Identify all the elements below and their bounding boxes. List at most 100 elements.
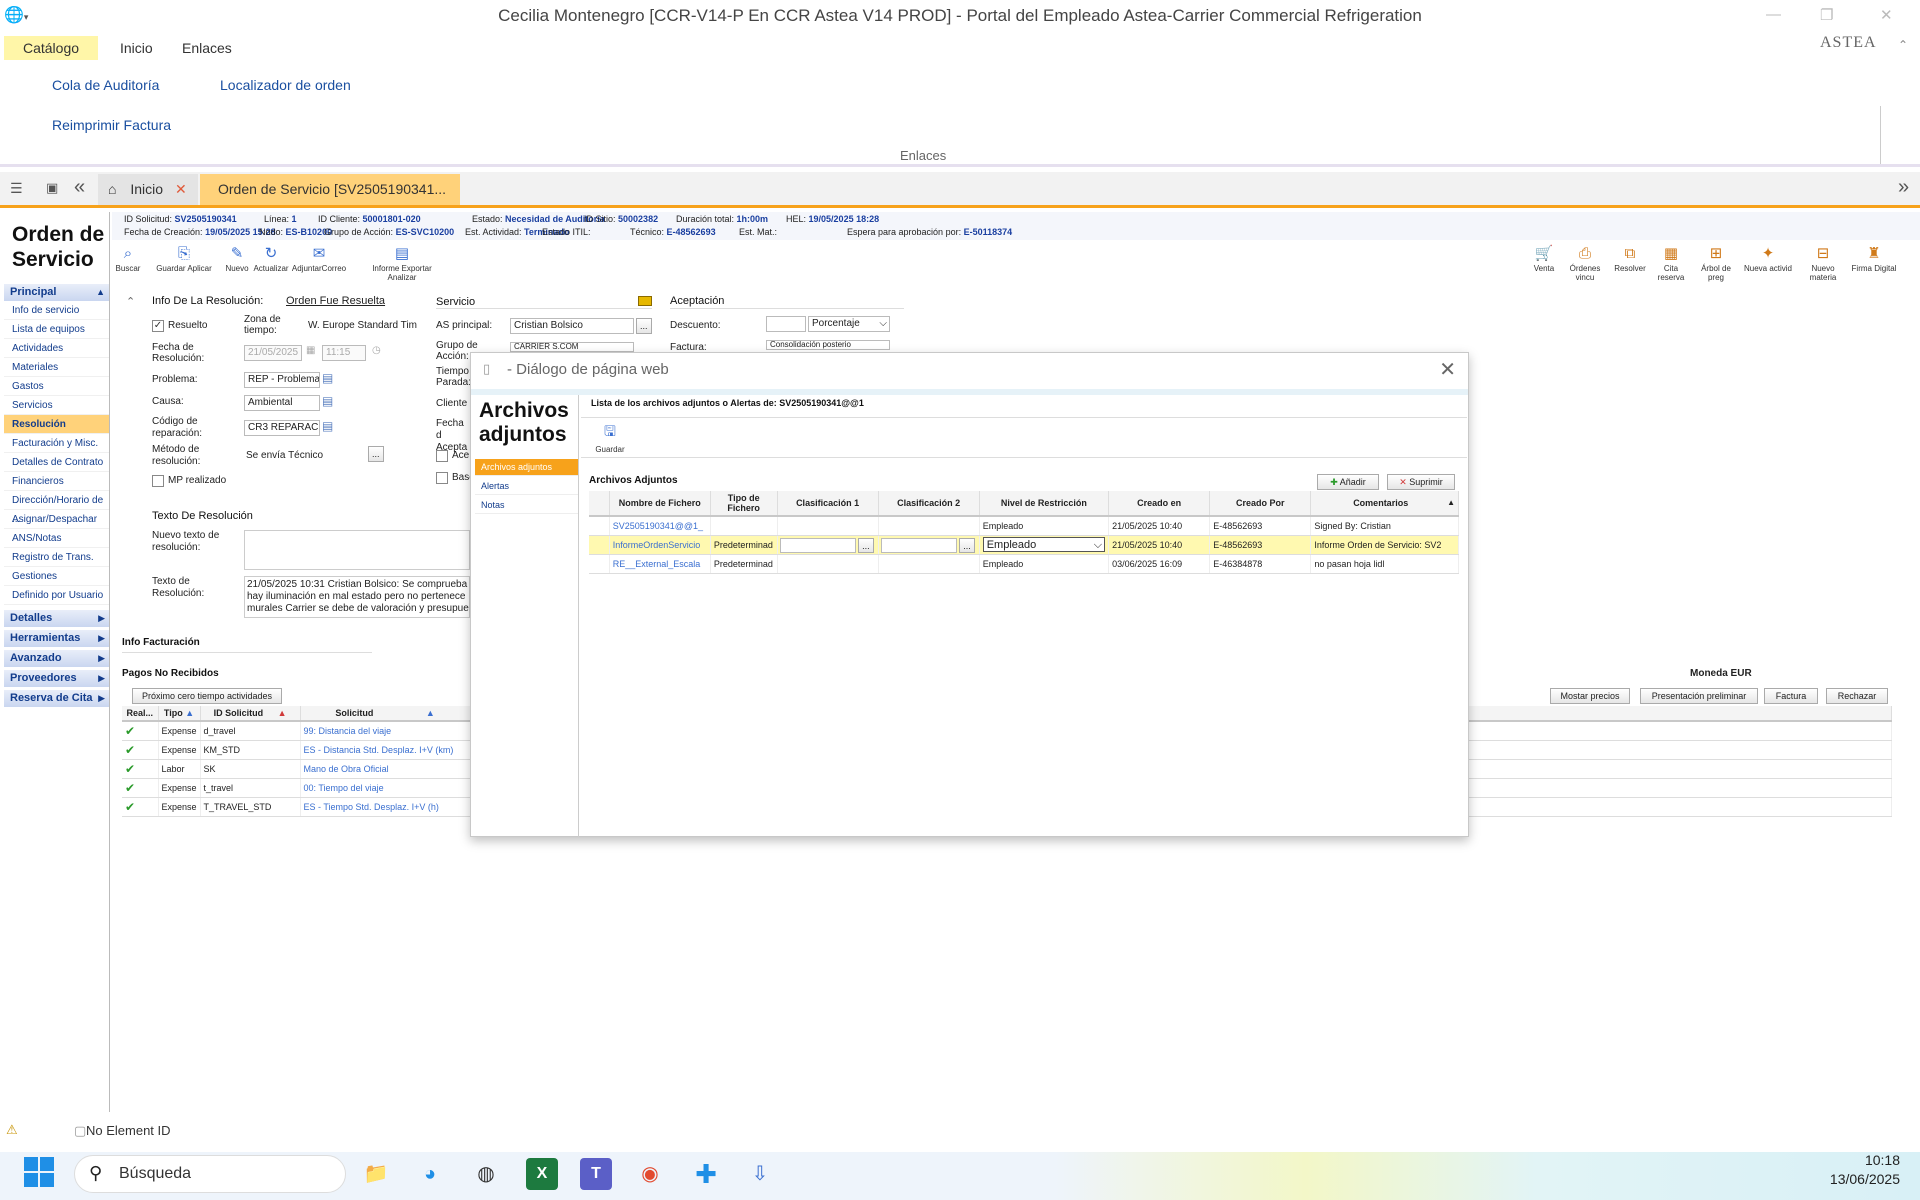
list-icon[interactable]: ☰ [10, 180, 23, 197]
add-app-icon[interactable]: ✚ [690, 1158, 722, 1190]
link-reimprimir-factura[interactable]: Reimprimir Factura [52, 117, 171, 133]
sidebar-item-2[interactable]: Actividades [4, 339, 109, 358]
col-clasificacion2[interactable]: Clasificación 2 [878, 491, 980, 517]
sidebar-item-3[interactable]: Materiales [4, 358, 109, 377]
select-cell[interactable] [589, 554, 610, 574]
restriction-select[interactable]: Empleado ⌵ [982, 537, 1106, 552]
edge-icon[interactable]: ◕ [414, 1158, 446, 1190]
file-name-cell[interactable]: SV2505190341@@1_ [609, 516, 711, 536]
col-id-solicitud[interactable]: ID Solicitud ▲ [200, 706, 301, 722]
dialog-close-icon[interactable]: ✕ [1439, 357, 1456, 382]
fecha-resolucion-field[interactable]: 21/05/2025 [244, 345, 302, 361]
col-nivel-restriccion[interactable]: Nivel de Restricción [979, 491, 1110, 517]
link-cola-auditoria[interactable]: Cola de Auditoría [52, 77, 159, 93]
link-localizador-orden[interactable]: Localizador de orden [220, 77, 351, 93]
metodo-lookup-button[interactable]: ... [368, 446, 384, 462]
solicitud-cell[interactable]: 99: Distancia del viaje [300, 721, 471, 741]
problema-field[interactable]: REP - Problema [244, 372, 320, 388]
clasificacion2-cell[interactable] [878, 554, 980, 574]
dialog-nav-notas[interactable]: Notas [475, 497, 578, 514]
toolbar-right-3[interactable]: ▦ Cita reserva [1650, 244, 1692, 282]
sidebar-item-1[interactable]: Lista de equipos [4, 320, 109, 339]
clasificacion2-cell[interactable]: ... [878, 535, 980, 555]
solicitud-cell[interactable]: ES - Distancia Std. Desplaz. I+V (km) [300, 740, 471, 760]
toolbar-right-5[interactable]: ✦ Nueva activid [1742, 244, 1794, 273]
texto-resolucion-textarea[interactable]: 21/05/2025 10:31 Cristian Bolsico: Se co… [244, 576, 470, 618]
add-attachment-button[interactable]: ✚ Añadir [1317, 474, 1379, 490]
collapse-section-icon[interactable]: ⌃ [126, 295, 135, 308]
proximo-cero-button[interactable]: Próximo cero tiempo actividades [132, 688, 282, 704]
dialog-nav-alertas[interactable]: Alertas [475, 478, 578, 495]
sidebar-item-5[interactable]: Servicios [4, 396, 109, 415]
close-tab-icon[interactable]: ✕ [175, 181, 187, 197]
doc-tab-orden-servicio[interactable]: Orden de Servicio [SV2505190341... ✕ [200, 174, 460, 228]
toolbar-3[interactable]: ↻ Actualizar [252, 244, 290, 273]
solicitud-cell[interactable]: ES - Tiempo Std. Desplaz. I+V (h) [300, 797, 471, 817]
base-checkbox[interactable] [436, 472, 448, 484]
toolbar-right-1[interactable]: ⎙ Órdenes vincu [1560, 244, 1610, 282]
solicitud-cell[interactable]: 00: Tiempo del viaje [300, 778, 471, 798]
sidebar-item-7[interactable]: Facturación y Misc. [4, 434, 109, 453]
col-solicitud[interactable]: Solicitud ▲ [300, 706, 471, 722]
sidebar-item-9[interactable]: Financieros [4, 472, 109, 491]
nav-section-1[interactable]: Herramientas ▶ [4, 630, 109, 647]
delete-attachment-button[interactable]: ✕ Suprimir [1387, 474, 1455, 490]
col-creado-por[interactable]: Creado Por [1209, 491, 1312, 517]
toolbar-2[interactable]: ✎ Nuevo [222, 244, 252, 273]
sidebar-item-6[interactable]: Resolución [4, 415, 109, 434]
col-nombre-fichero[interactable]: Nombre de Fichero [609, 491, 711, 517]
excel-icon[interactable]: X [526, 1158, 558, 1190]
sidebar-item-10[interactable]: Dirección/Horario de ... [4, 491, 109, 525]
sidebar-item-14[interactable]: Gestiones [4, 567, 109, 586]
toolbar-right-0[interactable]: 🛒 Venta [1530, 244, 1558, 273]
collapse-left-icon[interactable]: « [74, 176, 85, 199]
astea-app-icon[interactable]: ◍ [470, 1158, 502, 1190]
ribbon-tab-inicio[interactable]: Inicio [108, 36, 165, 60]
resuelto-checkbox[interactable]: ✓ [152, 320, 164, 332]
col-comentarios[interactable]: Comentarios ▲ [1310, 491, 1459, 517]
col-creado-en[interactable]: Creado en [1108, 491, 1211, 517]
nav-section-4[interactable]: Reserva de Cita ▶ [4, 690, 109, 707]
sidebar-item-12[interactable]: ANS/Notas [4, 529, 109, 548]
mp-realizado-checkbox[interactable] [152, 475, 164, 487]
as-lookup-button[interactable]: ... [636, 318, 652, 334]
presentacion-preliminar-button[interactable]: Presentación preliminar [1640, 688, 1758, 704]
download-app-icon[interactable]: ⇩ [744, 1158, 776, 1190]
start-icon[interactable] [24, 1157, 54, 1187]
nav-section-3[interactable]: Proveedores ▶ [4, 670, 109, 687]
clasificacion1-cell[interactable] [777, 554, 879, 574]
file-explorer-icon[interactable]: 📁 [360, 1158, 392, 1190]
descuento-select[interactable]: Porcentaje ⌵ [808, 316, 890, 332]
expand-right-icon[interactable]: » [1898, 176, 1909, 199]
table-row[interactable]: InformeOrdenServicio Predeterminad...... E… [589, 535, 1459, 555]
lookup-icon[interactable]: ▤ [322, 419, 333, 433]
ribbon-tab-enlaces[interactable]: Enlaces [170, 36, 244, 60]
orden-fue-resuelta-link[interactable]: Orden Fue Resuelta [286, 295, 385, 307]
sidebar-item-15[interactable]: Definido por Usuario [4, 586, 109, 605]
lookup-button[interactable]: ... [959, 537, 975, 553]
sidebar-item-11[interactable]: Asignar/Despachar [4, 510, 109, 529]
factura-button[interactable]: Factura [1764, 688, 1818, 704]
lookup-icon[interactable]: ▤ [322, 371, 333, 385]
grupo-accion-field[interactable]: CARRIER S.COM [510, 342, 634, 352]
nav-section-2[interactable]: Avanzado ▶ [4, 650, 109, 667]
toolbar-4[interactable]: ✉ AdjuntarCorreo [290, 244, 348, 273]
solicitud-cell[interactable]: Mano de Obra Oficial [300, 759, 471, 779]
doc-tab-inicio[interactable]: ⌂ Inicio ✕ [98, 174, 198, 205]
toolbar-right-6[interactable]: ⊟ Nuevo materia [1798, 244, 1848, 282]
as-principal-field[interactable]: Cristian Bolsico [510, 318, 634, 334]
toolbar-0[interactable]: ⌕ Buscar [112, 244, 144, 273]
clasificacion2-cell[interactable] [878, 516, 980, 536]
mostrar-precios-button[interactable]: Mostar precios [1550, 688, 1630, 704]
col-tipo-fichero[interactable]: Tipo de Fichero [710, 491, 778, 517]
sidebar-item-4[interactable]: Gastos [4, 377, 109, 396]
file-name-cell[interactable]: RE__External_Escala [609, 554, 711, 574]
clasificacion1-cell[interactable] [777, 516, 879, 536]
toolbar-right-2[interactable]: ⧉ Resolver [1612, 244, 1648, 273]
toolbar-1[interactable]: ⎘ Guardar Aplicar [152, 244, 216, 273]
causa-field[interactable]: Ambiental [244, 395, 320, 411]
close-window-icon[interactable]: ✕ [1880, 6, 1893, 24]
taskbar-search[interactable]: ⚲ Búsqueda [74, 1155, 346, 1193]
dialog-save-button[interactable]: 🖫 Guardar [591, 421, 629, 454]
lookup-icon[interactable]: ▤ [322, 394, 333, 408]
